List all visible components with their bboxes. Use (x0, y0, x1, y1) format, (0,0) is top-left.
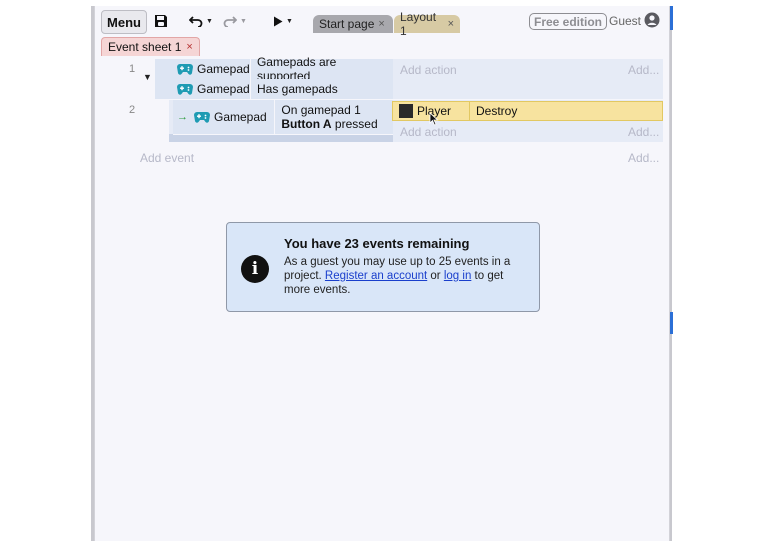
redo-button[interactable]: ▼ (221, 10, 249, 32)
event-sheet-tab-label: Event sheet 1 (108, 40, 182, 54)
add-action-link[interactable]: Add action (400, 63, 457, 77)
event-number: 1 (129, 63, 136, 75)
mouse-cursor-icon (429, 112, 439, 126)
tab-event-sheet-1[interactable]: Event sheet 1 × (101, 37, 200, 56)
user-name[interactable]: Guest (609, 14, 641, 28)
collapse-arrow-icon[interactable]: ▼ (143, 72, 152, 82)
redo-caret-icon: ▼ (240, 17, 247, 25)
tab-layout-1-label: Layout 1 (400, 10, 437, 38)
preview-caret-icon: ▼ (286, 17, 293, 25)
register-account-link[interactable]: Register an account (325, 270, 427, 282)
action-object-name: Player (417, 102, 470, 120)
notice-title: You have 23 events remaining (284, 236, 470, 251)
add-more-link[interactable]: Add... (628, 125, 659, 139)
toolbar: Menu ▼ ▼ ▼ Start page × Layout 1 × Free … (95, 6, 669, 38)
add-more-link[interactable]: Add... (628, 63, 659, 77)
events-remaining-notice: i You have 23 events remaining As a gues… (226, 222, 540, 312)
tab-start-page-label: Start page (319, 17, 375, 31)
tab-layout-1[interactable]: Layout 1 × (394, 10, 460, 38)
condition-object: Gamepad (155, 79, 251, 99)
sub-event-arrow-icon: → (177, 111, 188, 123)
close-icon[interactable]: × (378, 18, 384, 30)
condition-object: Gamepad (188, 100, 276, 134)
play-icon (274, 16, 283, 26)
condition-object: Gamepad (155, 59, 251, 79)
close-icon[interactable]: × (186, 41, 192, 53)
gamepad-icon (177, 84, 193, 95)
condition-text-suffix: pressed (331, 117, 378, 131)
undo-icon (189, 16, 203, 27)
user-icon[interactable] (644, 12, 660, 28)
condition-row[interactable]: Gamepad Has gamepads (155, 79, 393, 100)
condition-text-bold: Button A (281, 117, 332, 131)
condition-row[interactable]: Gamepad Gamepads are supported (155, 55, 393, 83)
save-button[interactable] (151, 10, 171, 32)
close-icon[interactable]: × (448, 18, 454, 30)
condition-text: Has gamepads (257, 82, 338, 96)
gamepad-icon (177, 64, 193, 75)
menu-button[interactable]: Menu (101, 10, 147, 34)
condition-text: On gamepad 1 Button A pressed (275, 103, 393, 131)
condition-row[interactable]: → Gamepad On gamepad 1 Button A pressed (173, 100, 393, 135)
info-icon: i (241, 255, 269, 283)
condition-object-name: Gamepad (197, 62, 250, 76)
log-in-link[interactable]: log in (444, 270, 472, 282)
condition-object-name: Gamepad (197, 82, 250, 96)
add-event-link[interactable]: Add event (140, 151, 194, 165)
gamepad-icon (194, 112, 210, 123)
notice-text: As a guest you may use up to 25 events i… (284, 255, 526, 297)
undo-caret-icon: ▼ (206, 17, 213, 25)
preview-button[interactable]: ▼ (269, 10, 297, 32)
undo-button[interactable]: ▼ (187, 10, 215, 32)
construct-editor: Menu ▼ ▼ ▼ Start page × Layout 1 × Free … (94, 6, 670, 541)
redo-icon (223, 16, 238, 27)
event-number: 2 (129, 104, 136, 116)
player-sprite-icon (399, 104, 413, 118)
tab-start-page[interactable]: Start page × (313, 15, 393, 33)
save-icon (155, 15, 167, 27)
condition-object-name: Gamepad (214, 110, 267, 124)
add-action-link[interactable]: Add action (400, 125, 457, 139)
event-bottom-bar (169, 134, 393, 142)
condition-text-prefix: On gamepad 1 (281, 103, 361, 117)
add-event-more-link[interactable]: Add... (628, 151, 659, 165)
free-edition-badge[interactable]: Free edition (529, 13, 608, 30)
notice-text-part: or (427, 270, 444, 282)
action-text: Destroy (476, 104, 518, 118)
